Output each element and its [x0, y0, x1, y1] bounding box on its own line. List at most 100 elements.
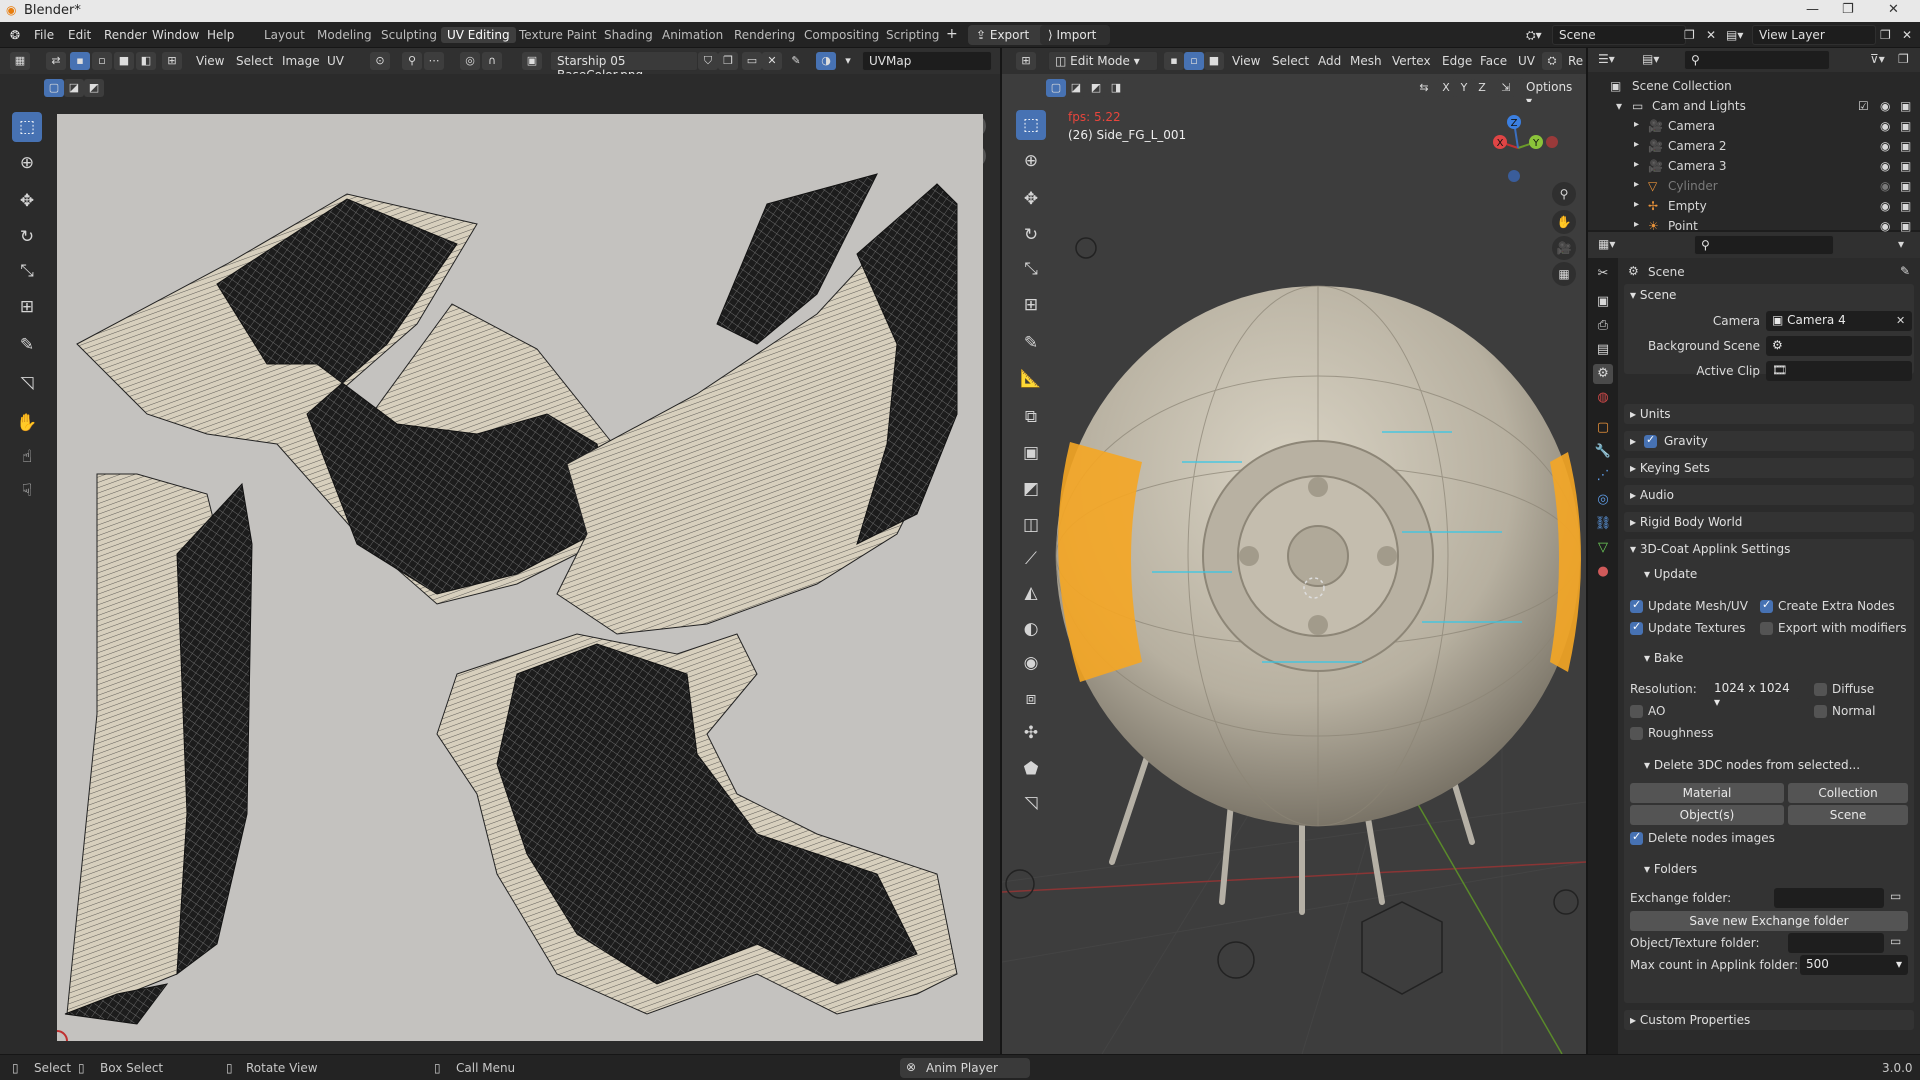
- update-subpanel-header[interactable]: ▾ Update: [1644, 567, 1697, 581]
- overlay-icon[interactable]: ◑: [816, 52, 836, 70]
- vp-rotate-tool-icon[interactable]: ↻: [1016, 220, 1046, 250]
- smooth-tool-icon[interactable]: ◉: [1016, 648, 1046, 678]
- export-modifiers-checkbox[interactable]: [1760, 622, 1773, 635]
- visibility-eye-icon[interactable]: ◉: [1880, 139, 1890, 153]
- mirror-z-toggle[interactable]: Z: [1472, 79, 1492, 97]
- viewport-editor-type-icon[interactable]: ⊞: [1016, 52, 1036, 70]
- update-mesh-checkbox[interactable]: [1630, 598, 1643, 613]
- tab-shading[interactable]: Shading: [598, 27, 659, 43]
- pinch-tool-icon[interactable]: ☟: [12, 476, 42, 506]
- save-exchange-folder-button[interactable]: Save new Exchange folder: [1630, 911, 1908, 931]
- maximize-icon[interactable]: ❐: [1842, 2, 1854, 17]
- render-camera-icon[interactable]: ▣: [1900, 99, 1911, 113]
- auto-merge-icon[interactable]: ⇲: [1496, 79, 1516, 97]
- gravity-checkbox[interactable]: [1644, 433, 1657, 448]
- snap-options-icon[interactable]: ⋯: [424, 52, 444, 70]
- panel-audio[interactable]: ▸ Audio: [1624, 485, 1914, 505]
- render-camera-icon[interactable]: ▣: [1900, 199, 1911, 213]
- select-mode-new-icon[interactable]: ▢: [44, 79, 64, 97]
- outliner-search-input[interactable]: ⚲: [1684, 50, 1830, 70]
- poly-build-tool-icon[interactable]: ◭: [1016, 578, 1046, 608]
- select-mode-extend-icon[interactable]: ◪: [64, 79, 84, 97]
- scene-panel-header[interactable]: ▾ Scene: [1630, 288, 1676, 302]
- ao-checkbox[interactable]: [1630, 705, 1643, 718]
- uvmap-field[interactable]: UVMap: [862, 51, 992, 71]
- knife-tool-icon[interactable]: ⟋: [1016, 544, 1046, 574]
- navigation-gizmo[interactable]: X Y Z: [1478, 108, 1558, 188]
- vp-menu-view[interactable]: View: [1232, 54, 1260, 68]
- tab-compositing[interactable]: Compositing: [798, 27, 885, 43]
- snap-icon[interactable]: ⚲: [402, 52, 422, 70]
- tab-animation[interactable]: Animation: [656, 27, 729, 43]
- bake-subpanel-header[interactable]: ▾ Bake: [1644, 651, 1683, 665]
- chevron-right-icon[interactable]: ▸: [1634, 219, 1639, 230]
- rip-region-tool-icon[interactable]: ◹: [1016, 788, 1046, 818]
- vp-menu-vertex[interactable]: Vertex: [1392, 54, 1431, 68]
- outliner-editor-type-icon[interactable]: ☰▾: [1598, 52, 1615, 66]
- vp-annotate-tool-icon[interactable]: ✎: [1016, 328, 1046, 358]
- minimize-icon[interactable]: —: [1806, 2, 1819, 17]
- rotate-tool-icon[interactable]: ↻: [12, 222, 42, 252]
- vp-select-intersect-icon[interactable]: ◨: [1106, 79, 1126, 97]
- transform-orientation-icon[interactable]: ⛭: [1542, 52, 1562, 70]
- vertex-select-icon[interactable]: ▪: [70, 52, 90, 70]
- island-select-icon[interactable]: ◧: [136, 52, 156, 70]
- cursor-tool-icon[interactable]: ⊕: [12, 148, 42, 178]
- import-button[interactable]: ⟩ Import: [1040, 25, 1110, 45]
- object-tab-icon[interactable]: ▢: [1593, 418, 1613, 438]
- delete-view-layer-icon[interactable]: ✕: [1902, 28, 1912, 42]
- vp-menu-uv[interactable]: UV: [1518, 54, 1535, 68]
- tab-layout[interactable]: Layout: [258, 27, 311, 43]
- render-camera-icon[interactable]: ▣: [1900, 119, 1911, 133]
- outliner-item[interactable]: ▸ 🎥 Camera ◉ ▣: [1588, 116, 1920, 136]
- vp-select-tool-icon[interactable]: ⬚: [1016, 110, 1046, 140]
- chevron-right-icon[interactable]: ▸: [1634, 199, 1639, 210]
- vp-pan-icon[interactable]: ✋: [1552, 210, 1576, 234]
- max-count-field[interactable]: 500 ▾: [1800, 955, 1908, 975]
- world-tab-icon[interactable]: ◍: [1593, 388, 1613, 408]
- delete-material-button[interactable]: Material: [1630, 783, 1784, 803]
- outliner-item[interactable]: ▸ 🎥 Camera 3 ◉ ▣: [1588, 156, 1920, 176]
- clear-camera-icon[interactable]: ✕: [1896, 314, 1905, 327]
- vp-face-select-icon[interactable]: ■: [1204, 52, 1224, 70]
- add-workspace-icon[interactable]: +: [946, 26, 958, 42]
- relax-tool-icon[interactable]: ☝: [12, 442, 42, 472]
- material-tab-icon[interactable]: ●: [1593, 562, 1613, 582]
- vp-menu-mesh[interactable]: Mesh: [1350, 54, 1382, 68]
- loop-cut-tool-icon[interactable]: ◫: [1016, 510, 1046, 540]
- view-layer-field[interactable]: View Layer: [1752, 25, 1876, 45]
- render-camera-icon[interactable]: ▣: [1900, 219, 1911, 233]
- 3d-viewport[interactable]: fps: 5.22 (26) Side_FG_L_001 ⬚ ⊕ ✥ ↻ ⤡ ⊞…: [1002, 102, 1586, 1054]
- chevron-right-icon[interactable]: ▸: [1634, 179, 1639, 190]
- select-box-tool-icon[interactable]: ⬚: [12, 112, 42, 142]
- pin-panel-icon[interactable]: ✎: [1900, 264, 1910, 278]
- resolution-dropdown[interactable]: 1024 x 1024 ▾: [1708, 679, 1800, 709]
- annotate-tool-icon[interactable]: ✎: [12, 330, 42, 360]
- uv-editor[interactable]: ⬚ ⊕ ✥ ↻ ⤡ ⊞ ✎ ◹ ✋ ☝ ☟ ⚲ ✋: [0, 102, 1000, 1054]
- modifier-tab-icon[interactable]: 🔧: [1593, 442, 1613, 462]
- render-tab-icon[interactable]: ▣: [1593, 292, 1613, 312]
- update-textures-checkbox[interactable]: [1630, 620, 1643, 635]
- menu-window[interactable]: Window: [152, 28, 199, 42]
- tab-scripting[interactable]: Scripting: [880, 27, 945, 43]
- uv-image-canvas[interactable]: [57, 114, 983, 1041]
- rip-tool-icon[interactable]: ◹: [12, 368, 42, 398]
- applink-header[interactable]: ▾ 3D-Coat Applink Settings: [1630, 542, 1790, 556]
- pivot-icon[interactable]: ⊙: [370, 52, 390, 70]
- new-view-layer-icon[interactable]: ❐: [1880, 28, 1891, 42]
- constraints-tab-icon[interactable]: ⛓: [1593, 514, 1613, 534]
- mode-dropdown[interactable]: ◫ Edit Mode ▾: [1048, 51, 1158, 71]
- mirror-x-toggle[interactable]: X: [1436, 79, 1456, 97]
- panel-keying-sets[interactable]: ▸ Keying Sets: [1624, 458, 1914, 478]
- visibility-eye-icon[interactable]: ◉: [1880, 119, 1890, 133]
- tab-rendering[interactable]: Rendering: [728, 27, 801, 43]
- delete-objects-button[interactable]: Object(s): [1630, 805, 1784, 825]
- delete-collection-button[interactable]: Collection: [1788, 783, 1908, 803]
- falloff-icon[interactable]: ∩: [482, 52, 502, 70]
- exclude-checkbox-icon[interactable]: ☑: [1858, 99, 1869, 113]
- chevron-right-icon[interactable]: ▸: [1634, 119, 1639, 130]
- filter-icon[interactable]: ⊽▾: [1870, 52, 1885, 66]
- outliner-item[interactable]: ▸ 🎥 Camera 2 ◉ ▣: [1588, 136, 1920, 156]
- properties-editor-type-icon[interactable]: ▦▾: [1598, 237, 1615, 251]
- menu-edit[interactable]: Edit: [68, 28, 91, 42]
